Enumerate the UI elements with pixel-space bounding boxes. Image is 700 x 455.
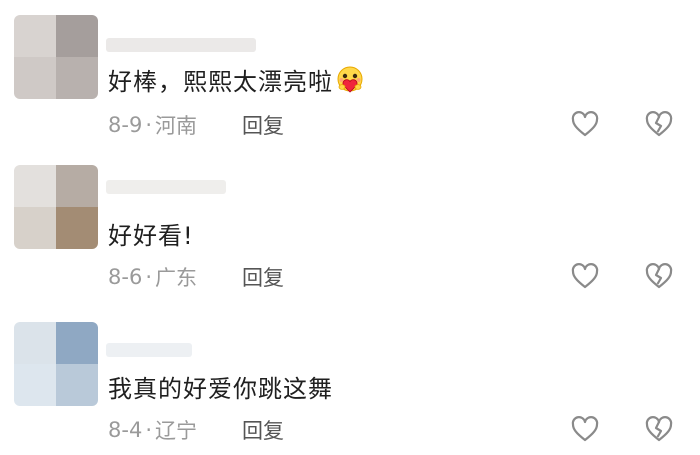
avatar[interactable] — [14, 165, 98, 249]
comment-meta: 8-6 · 广东 — [108, 262, 197, 292]
meta-separator: · — [145, 113, 152, 137]
avatar[interactable] — [14, 15, 98, 99]
avatar-tile — [14, 322, 56, 364]
comment-date: 8-6 — [108, 265, 143, 289]
comment-date: 8-4 — [108, 418, 143, 442]
comment-text-content: 好棒，熙熙太漂亮啦 — [108, 68, 333, 96]
username-blurred[interactable] — [106, 343, 192, 357]
username-blurred[interactable] — [106, 180, 226, 194]
comment-text: 好好看! — [108, 216, 194, 251]
comment-item: 好棒，熙熙太漂亮啦 8-9 · 河南 回复 — [0, 0, 700, 150]
heart-outline-icon[interactable] — [570, 110, 600, 138]
comment-location: 辽宁 — [155, 419, 197, 443]
comment-location: 广东 — [155, 266, 197, 290]
avatar-tile — [56, 322, 98, 364]
reply-button[interactable]: 回复 — [242, 262, 284, 292]
comment-meta: 8-9 · 河南 — [108, 110, 197, 140]
broken-heart-icon[interactable] — [644, 262, 674, 290]
comment-date: 8-9 — [108, 113, 143, 137]
avatar-tile — [14, 207, 56, 249]
heart-outline-icon[interactable] — [570, 415, 600, 443]
comment-text-content: 好好看! — [108, 222, 194, 250]
avatar-tile — [14, 165, 56, 207]
broken-heart-icon[interactable] — [644, 415, 674, 443]
comment-meta: 8-4 · 辽宁 — [108, 415, 197, 445]
reply-button[interactable]: 回复 — [242, 110, 284, 140]
comment-location: 河南 — [155, 114, 197, 138]
avatar-tile — [14, 15, 56, 57]
comment-text: 好棒，熙熙太漂亮啦 — [108, 62, 365, 97]
comment-text-content: 我真的好爱你跳这舞 — [108, 375, 333, 403]
avatar-tile — [56, 15, 98, 57]
meta-separator: · — [145, 418, 152, 442]
avatar-tile — [56, 57, 98, 99]
comment-item: 好好看! 8-6 · 广东 回复 — [0, 150, 700, 305]
heart-hug-emoji — [337, 66, 363, 93]
avatar-tile — [56, 364, 98, 406]
broken-heart-icon[interactable] — [644, 110, 674, 138]
avatar[interactable] — [14, 322, 98, 406]
avatar-tile — [56, 207, 98, 249]
comment-item: 我真的好爱你跳这舞 8-4 · 辽宁 回复 — [0, 305, 700, 455]
avatar-tile — [56, 165, 98, 207]
avatar-tile — [14, 364, 56, 406]
meta-separator: · — [145, 265, 152, 289]
comment-text: 我真的好爱你跳这舞 — [108, 369, 333, 404]
username-blurred[interactable] — [106, 38, 256, 52]
heart-outline-icon[interactable] — [570, 262, 600, 290]
avatar-tile — [14, 57, 56, 99]
reply-button[interactable]: 回复 — [242, 415, 284, 445]
